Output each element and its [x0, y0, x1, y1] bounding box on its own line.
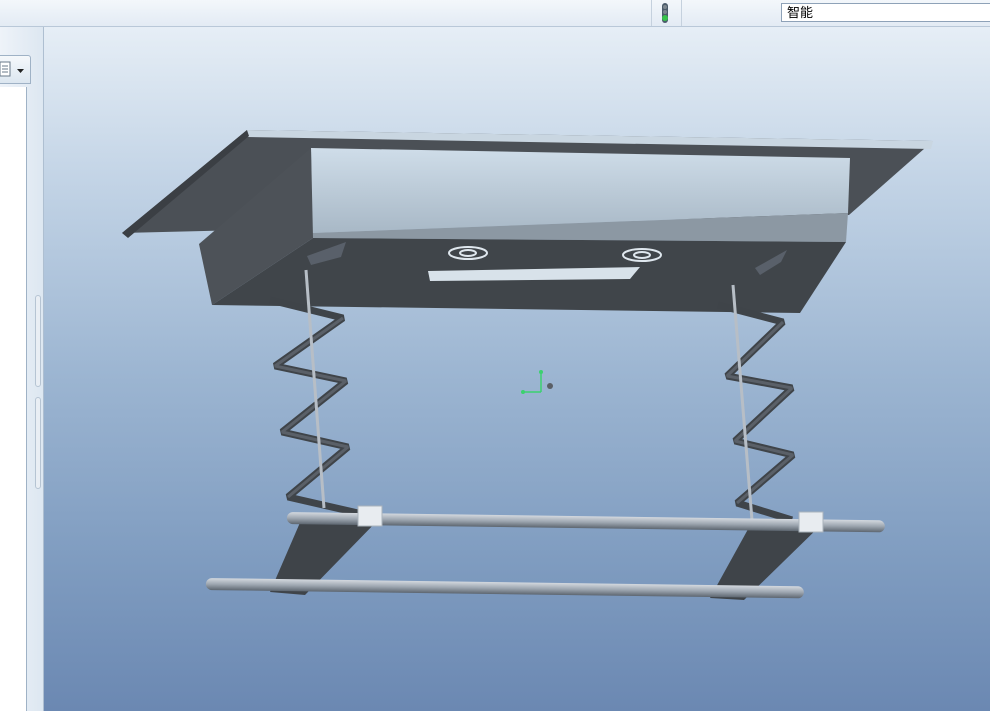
selection-filter-field[interactable]: 智能	[781, 3, 990, 22]
scissor-arm-right	[717, 301, 796, 524]
model-tree-tab[interactable]	[0, 55, 31, 84]
toolbar-separator	[651, 0, 652, 26]
model-tree-area[interactable]	[0, 87, 27, 711]
lower-rail	[205, 578, 804, 599]
model-tree-icon	[0, 61, 11, 77]
chevron-down-icon	[17, 69, 24, 73]
toolbar-separator	[681, 0, 682, 26]
upper-rail	[286, 505, 885, 533]
top-status-bar: 智能	[0, 0, 990, 27]
navigator-panel	[0, 27, 44, 711]
panel-sash-handle[interactable]	[35, 295, 41, 387]
scissor-arm-left	[269, 296, 359, 517]
traffic-light-icon[interactable]	[659, 2, 671, 24]
coordinate-triad-icon	[521, 370, 553, 394]
graphics-window[interactable]	[44, 27, 990, 711]
panel-sash-handle[interactable]	[35, 397, 41, 489]
3d-model-render	[122, 130, 933, 600]
projector-housing	[199, 148, 850, 313]
